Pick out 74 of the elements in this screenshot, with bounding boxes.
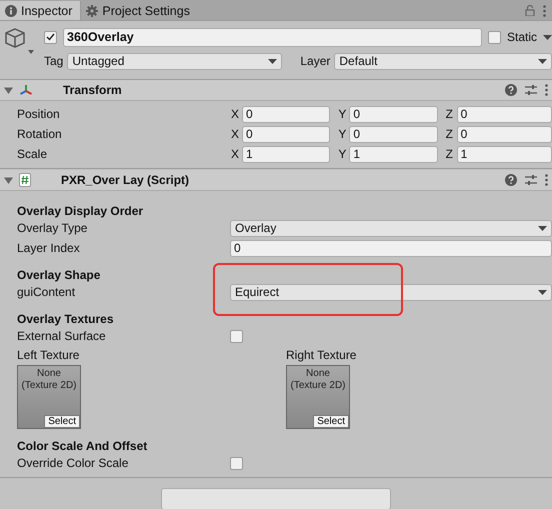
dropdown-arrow-icon: [538, 58, 547, 64]
field-label: Position: [17, 107, 61, 121]
texture-slot[interactable]: None (Texture 2D) Select: [286, 365, 350, 429]
static-label: Static: [506, 30, 537, 44]
menu-icon[interactable]: [543, 4, 546, 16]
lock-icon[interactable]: [525, 5, 535, 16]
number-field[interactable]: 1: [456, 146, 552, 162]
section-heading: Overlay Display Order: [17, 203, 144, 218]
number-field[interactable]: 1: [242, 146, 330, 162]
settings-icon: [86, 4, 98, 16]
field-label: Rotation: [17, 127, 63, 141]
field-label: Tag: [44, 54, 64, 68]
tab[interactable]: Inspector: [0, 1, 82, 20]
field-label: Override Color Scale: [17, 456, 130, 470]
dropdown-arrow-icon: [538, 226, 547, 230]
section-heading: Color Scale And Offset: [17, 438, 148, 453]
help-icon[interactable]: [505, 174, 517, 186]
component-header[interactable]: Transform: [0, 80, 552, 101]
axes-icon: [19, 84, 33, 96]
checkbox[interactable]: [230, 330, 243, 342]
number-field[interactable]: 1: [349, 146, 438, 162]
checkbox[interactable]: [44, 30, 57, 44]
field-label: Layer: [300, 54, 330, 68]
dropdown-arrow-icon: [538, 290, 547, 294]
component-title: PXR_Over Lay (Script): [61, 173, 190, 187]
number-field[interactable]: 0: [456, 126, 552, 142]
axis-label: Z: [444, 127, 454, 141]
axis-label: X: [230, 127, 240, 141]
dropdown[interactable]: Equirect: [230, 284, 552, 300]
number-field[interactable]: 0: [242, 126, 330, 142]
dropdown[interactable]: Default: [334, 52, 552, 70]
texture-slot[interactable]: None (Texture 2D) Select: [17, 365, 81, 429]
foldout-icon[interactable]: [4, 176, 13, 184]
axis-label: Y: [337, 147, 348, 161]
number-field[interactable]: 0: [242, 106, 330, 122]
field-label: Scale: [17, 147, 48, 161]
menu-icon[interactable]: [545, 174, 548, 186]
select-button[interactable]: Select: [44, 415, 80, 428]
axis-label: Z: [444, 107, 454, 121]
section-heading: Overlay Textures: [17, 311, 114, 326]
field-label: External Surface: [17, 329, 107, 343]
axis-label: Y: [337, 127, 348, 141]
field-label: Overlay Type: [17, 221, 88, 235]
menu-icon[interactable]: [545, 84, 548, 96]
checkbox[interactable]: [488, 30, 501, 44]
field-label: guiContent: [17, 285, 76, 299]
help-icon[interactable]: [505, 84, 517, 96]
info-icon: [5, 4, 17, 16]
number-field[interactable]: 0: [349, 106, 438, 122]
section-heading: Overlay Shape: [17, 267, 102, 282]
dropdown[interactable]: Untagged: [67, 52, 282, 70]
foldout-icon[interactable]: [4, 86, 13, 94]
axis-label: X: [230, 107, 240, 121]
field-label: Layer Index: [17, 241, 81, 255]
number-field[interactable]: 0: [349, 126, 438, 142]
dropdown-arrow-icon: [543, 34, 552, 40]
checkbox[interactable]: [230, 456, 243, 470]
dropdown-arrow-icon: [268, 58, 278, 64]
settings-icon[interactable]: [525, 174, 537, 186]
name-field[interactable]: 360Overlay: [63, 28, 482, 46]
component-header[interactable]: PXR_Over Lay (Script): [0, 170, 552, 191]
field-label: Right Texture: [286, 348, 358, 362]
dropdown[interactable]: Overlay: [230, 220, 552, 236]
tab[interactable]: Project Settings: [81, 1, 198, 20]
component-title: Transform: [63, 83, 123, 97]
axis-label: Y: [337, 107, 348, 121]
axis-label: Z: [444, 147, 454, 161]
script-icon: [19, 173, 31, 187]
select-button[interactable]: Select: [313, 415, 349, 428]
field-label: Left Texture: [17, 348, 80, 362]
settings-icon[interactable]: [525, 84, 537, 96]
number-field[interactable]: 0: [230, 240, 552, 256]
number-field[interactable]: 0: [456, 106, 552, 122]
axis-label: X: [230, 147, 240, 161]
